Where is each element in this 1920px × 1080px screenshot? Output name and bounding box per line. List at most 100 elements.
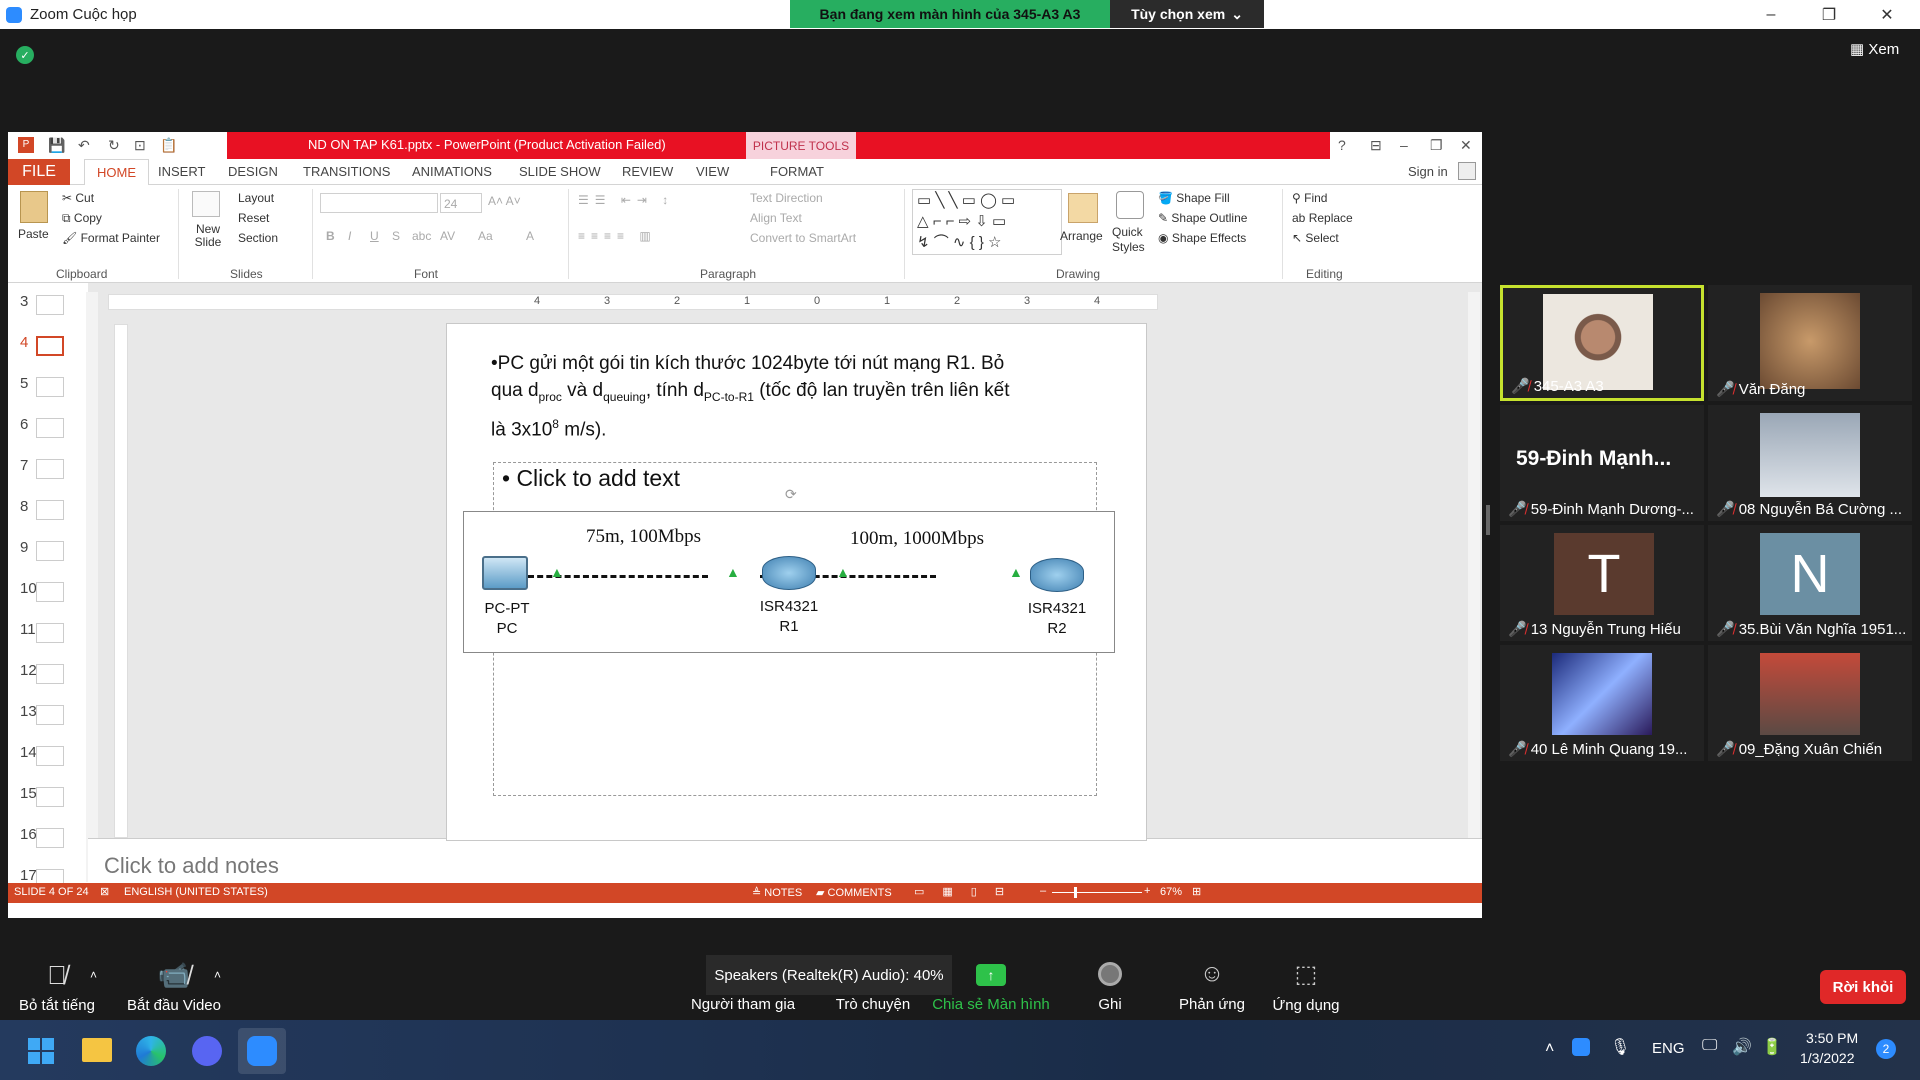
reactions-button[interactable]: ☺ Phản ứng [1172, 960, 1252, 1013]
arrange-button[interactable]: Arrange [1060, 229, 1103, 243]
shapes-gallery[interactable]: ▭ ╲ ╲ ▭ ◯ ▭ △ ⌐ ⌐ ⇨ ⇩ ▭ ↯ ⌒ ∿ { } ☆ [912, 189, 1062, 255]
slide-number[interactable]: 8 [20, 498, 28, 515]
audio-options-chevron-icon[interactable]: ˄ [90, 968, 97, 982]
tab-design[interactable]: DESIGN [228, 164, 278, 179]
participants-button[interactable]: Người tham gia [684, 996, 802, 1013]
participant-tile[interactable]: 59-Đinh Mạnh... 🎤̸ 59-Đinh Mạnh Dương-... [1500, 405, 1704, 521]
volume-icon[interactable]: 🔊 [1732, 1037, 1752, 1057]
slide-question-text[interactable]: •PC gửi một gói tin kích thước 1024byte … [491, 350, 1111, 443]
slide-thumbnail[interactable] [36, 459, 64, 479]
slide-number[interactable]: 12 [20, 662, 37, 679]
ppt-close-button[interactable]: ✕ [1460, 137, 1476, 153]
slide-counter[interactable]: SLIDE 4 OF 24 [14, 886, 89, 898]
record-button[interactable]: Ghi [1080, 962, 1140, 1013]
section-button[interactable]: Section [238, 231, 278, 245]
present-icon[interactable]: ⊡ [134, 137, 150, 153]
font-color-icon[interactable]: A [526, 229, 534, 243]
slide-number[interactable]: 7 [20, 457, 28, 474]
close-button[interactable]: ✕ [1858, 0, 1916, 29]
font-name-box[interactable] [320, 193, 438, 213]
leave-button[interactable]: Rời khỏi [1820, 970, 1906, 1004]
select-button[interactable]: ↖ Select [1292, 231, 1339, 245]
spelling-icon[interactable]: ⊠ [100, 885, 109, 898]
font-size-box[interactable]: 24 [440, 193, 482, 213]
file-explorer-icon[interactable] [82, 1038, 112, 1062]
tab-view[interactable]: VIEW [696, 164, 729, 179]
clock-time[interactable]: 3:50 PM [1806, 1030, 1858, 1046]
battery-icon[interactable]: 🔋 [1762, 1037, 1782, 1057]
slide-number[interactable]: 10 [20, 580, 37, 597]
new-slide-button[interactable]: New Slide [188, 223, 228, 249]
slide-number[interactable]: 5 [20, 375, 28, 392]
network-icon[interactable]: 🖵 [1702, 1037, 1717, 1055]
list-icons[interactable]: ☰☰ ⇤⇥ ↕ [578, 193, 674, 207]
shield-icon[interactable]: ✓ [16, 46, 34, 64]
slide-thumbnail[interactable] [36, 541, 64, 561]
slide-thumbnail[interactable] [36, 582, 64, 602]
show-hidden-icons-icon[interactable]: ˄ [1545, 1040, 1554, 1058]
change-case-icon[interactable]: Aa [478, 229, 493, 243]
participant-tile[interactable]: 🎤̸ Văn Đăng [1708, 285, 1912, 401]
paste-icon[interactable] [20, 191, 48, 223]
format-painter-button[interactable]: 🖌 Format Painter [62, 231, 160, 245]
slide-number[interactable]: 9 [20, 539, 28, 556]
windows-start-icon[interactable] [28, 1038, 54, 1064]
zoom-in-icon[interactable]: + [1144, 885, 1150, 897]
ppt-restore-button[interactable]: ❐ [1430, 137, 1446, 153]
view-options-button[interactable]: Tùy chọn xem ⌄ [1110, 0, 1264, 28]
sign-in-link[interactable]: Sign in [1408, 164, 1448, 179]
chat-button[interactable]: Trò chuyện [826, 996, 920, 1013]
participant-tile[interactable]: N 🎤̸ 35.Bùi Văn Nghĩa 1951... [1708, 525, 1912, 641]
ribbon-display-icon[interactable]: ⊟ [1370, 137, 1386, 153]
slide-thumbnail[interactable] [36, 828, 64, 848]
view-mode-icons[interactable]: ▭▦▯⊟ [914, 885, 1022, 898]
italic-icon[interactable]: I [348, 229, 351, 243]
slide-number[interactable]: 16 [20, 826, 37, 843]
replace-button[interactable]: ab Replace [1292, 211, 1353, 225]
bold-icon[interactable]: B [326, 229, 335, 243]
start-video-button[interactable]: 📹̸ Bắt đầu Video [124, 960, 224, 1014]
participant-tile[interactable]: 🎤̸ 09_Đặng Xuân Chiến [1708, 645, 1912, 761]
tab-transitions[interactable]: TRANSITIONS [303, 164, 390, 179]
tab-home[interactable]: HOME [84, 159, 149, 186]
video-options-chevron-icon[interactable]: ˄ [214, 968, 221, 982]
slide-thumbnail[interactable] [36, 787, 64, 807]
rotate-handle-icon[interactable]: ⟳ [785, 486, 797, 503]
tab-slide-show[interactable]: SLIDE SHOW [519, 164, 601, 179]
participant-tile[interactable]: 🎤̸ 40 Lê Minh Quang 19... [1500, 645, 1704, 761]
minimize-button[interactable]: – [1742, 0, 1800, 29]
save-icon[interactable]: 💾 [48, 137, 65, 153]
slide-number[interactable]: 17 [20, 867, 37, 884]
notes-pane[interactable]: Click to add notes [88, 838, 1482, 883]
discord-icon[interactable] [192, 1036, 222, 1066]
input-language[interactable]: ENG [1652, 1040, 1685, 1057]
layout-button[interactable]: Layout [238, 191, 274, 205]
slide-thumbnail[interactable] [36, 746, 64, 766]
slide-thumbnail[interactable] [36, 705, 64, 725]
slide-number[interactable]: 13 [20, 703, 37, 720]
zoom-slider-thumb[interactable] [1074, 887, 1077, 898]
canvas-scrollbar[interactable] [1468, 292, 1480, 882]
shadow-icon[interactable]: S [392, 229, 400, 243]
current-slide[interactable]: •PC gửi một gói tin kích thước 1024byte … [446, 323, 1147, 841]
redo-icon[interactable]: ↻ [108, 137, 124, 153]
ppt-minimize-button[interactable]: – [1400, 137, 1416, 153]
align-icons[interactable]: ≡≡≡≡ ▥ [578, 229, 657, 243]
slide-number[interactable]: 14 [20, 744, 37, 761]
slide-thumbnail[interactable] [36, 623, 64, 643]
comments-button[interactable]: ▰ COMMENTS [816, 886, 892, 899]
slide-thumbnail[interactable] [36, 418, 64, 438]
tab-format[interactable]: FORMAT [770, 164, 824, 179]
slide-number[interactable]: 4 [20, 334, 28, 351]
tab-animations[interactable]: ANIMATIONS [412, 164, 492, 179]
panel-resize-handle[interactable] [1486, 505, 1490, 535]
cut-button[interactable]: ✂ Cut [62, 191, 94, 205]
tab-review[interactable]: REVIEW [622, 164, 673, 179]
slide-thumbnail[interactable] [36, 664, 64, 684]
slide-number[interactable]: 11 [20, 621, 36, 638]
edge-icon[interactable] [136, 1036, 166, 1066]
find-button[interactable]: ⚲ Find [1292, 191, 1327, 205]
shape-fill-button[interactable]: 🪣 Shape Fill [1158, 191, 1230, 205]
text-direction-button[interactable]: Text Direction [750, 191, 823, 205]
shape-outline-button[interactable]: ✎ Shape Outline [1158, 211, 1247, 225]
